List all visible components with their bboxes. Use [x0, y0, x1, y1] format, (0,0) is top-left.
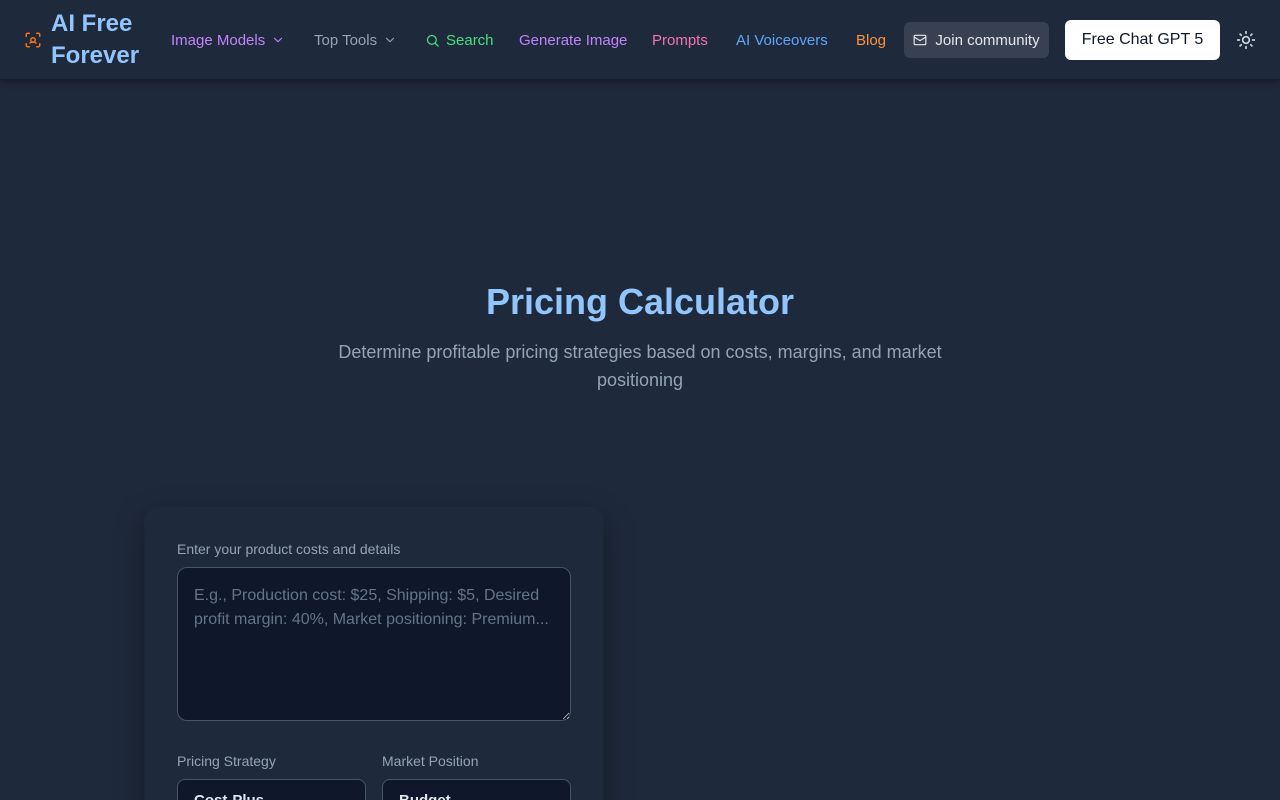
site-logo[interactable]: AI Free Forever — [24, 8, 147, 72]
scan-face-icon — [25, 32, 41, 48]
chevron-down-icon — [274, 37, 283, 43]
nav-search[interactable]: Search — [425, 28, 494, 52]
join-community-button[interactable]: Join community — [904, 22, 1049, 58]
logo-text: AI Free Forever — [51, 10, 140, 69]
nav-blog[interactable]: Blog — [856, 28, 886, 52]
nav-ai-voiceovers[interactable]: AI Voiceovers — [736, 28, 828, 52]
nav-prompts[interactable]: Prompts — [652, 28, 708, 52]
chevron-down-icon — [386, 37, 395, 43]
market-position-label: Market Position — [382, 753, 479, 769]
nav-search-label: Search — [446, 31, 494, 49]
page-subtitle: Determine profitable pricing strategies … — [338, 342, 942, 390]
search-icon — [426, 34, 439, 47]
free-chat-gpt-button[interactable]: Free Chat GPT 5 — [1065, 20, 1220, 60]
details-label: Enter your product costs and details — [177, 541, 401, 557]
nav-top-tools-label: Top Tools — [314, 31, 378, 49]
calculator-form-card: Enter your product costs and details Pri… — [145, 508, 603, 800]
top-navbar: AI Free Forever Image Models Top Tools S… — [0, 0, 1280, 80]
pricing-strategy-label: Pricing Strategy — [177, 753, 276, 769]
mail-icon — [913, 34, 927, 46]
market-position-select[interactable]: Budget — [382, 779, 571, 800]
nav-top-tools[interactable]: Top Tools — [314, 28, 397, 52]
product-details-textarea[interactable] — [177, 567, 571, 721]
sun-icon — [1236, 30, 1256, 50]
pricing-strategy-select[interactable]: Cost-Plus — [177, 779, 366, 800]
theme-toggle-button[interactable] — [1234, 28, 1258, 52]
join-community-label: Join community — [935, 31, 1040, 49]
nav-image-models[interactable]: Image Models — [171, 28, 285, 52]
nav-generate-image[interactable]: Generate Image — [519, 28, 627, 52]
nav-image-models-label: Image Models — [171, 31, 266, 49]
page-title: Pricing Calculator — [485, 281, 795, 322]
